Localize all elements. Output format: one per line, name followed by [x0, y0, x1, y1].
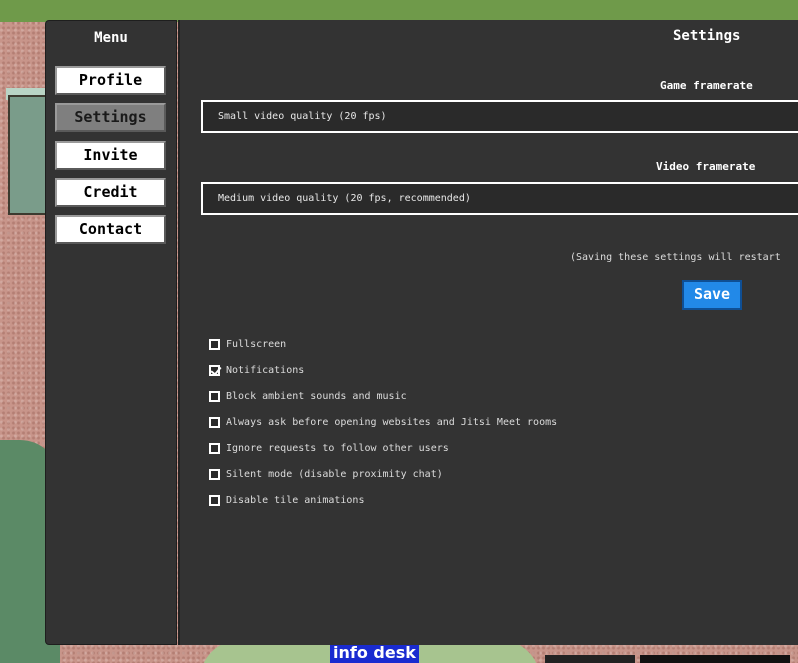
- game-framerate-label: Game framerate: [660, 79, 753, 92]
- block-ambient-sounds-checkbox[interactable]: [209, 390, 220, 402]
- option-ask-before-opening[interactable]: Always ask before opening websites and J…: [209, 415, 557, 429]
- option-disable-tile-animations[interactable]: Disable tile animations: [209, 493, 364, 507]
- video-framerate-label: Video framerate: [656, 160, 756, 173]
- option-label: Block ambient sounds and music: [226, 390, 407, 402]
- option-label: Ignore requests to follow other users: [226, 442, 449, 454]
- option-label: Always ask before opening websites and J…: [226, 416, 558, 428]
- restart-note: (Saving these settings will restart: [570, 252, 781, 263]
- fullscreen-checkbox[interactable]: [209, 338, 220, 350]
- game-map-grass: [0, 0, 798, 22]
- map-area-label: info desk: [330, 643, 419, 663]
- option-ignore-follow-requests[interactable]: Ignore requests to follow other users: [209, 441, 449, 455]
- option-label: Disable tile animations: [226, 494, 365, 506]
- menu-title: Menu: [94, 30, 128, 46]
- ignore-follow-requests-checkbox[interactable]: [209, 442, 220, 454]
- settings-panel: Settings Game framerate Small video qual…: [178, 20, 798, 645]
- option-label: Notifications: [226, 364, 305, 376]
- menu-item-settings[interactable]: Settings: [55, 103, 166, 132]
- notifications-checkbox[interactable]: [209, 364, 220, 376]
- menu-item-credit[interactable]: Credit: [55, 178, 166, 207]
- menu-sidebar: Menu Profile Settings Invite Credit Cont…: [45, 20, 177, 645]
- video-framerate-select[interactable]: Medium video quality (20 fps, recommende…: [201, 182, 798, 215]
- game-framerate-select[interactable]: Small video quality (20 fps): [201, 100, 798, 133]
- option-label: Fullscreen: [226, 338, 287, 350]
- menu-item-invite[interactable]: Invite: [55, 141, 166, 170]
- option-notifications[interactable]: Notifications: [209, 363, 304, 377]
- menu-item-profile[interactable]: Profile: [55, 66, 166, 95]
- game-map-building: [8, 95, 48, 215]
- option-silent-mode[interactable]: Silent mode (disable proximity chat): [209, 467, 443, 481]
- option-block-ambient-sounds[interactable]: Block ambient sounds and music: [209, 389, 407, 403]
- ask-before-opening-checkbox[interactable]: [209, 416, 220, 428]
- game-map-object: [545, 655, 635, 663]
- disable-tile-animations-checkbox[interactable]: [209, 494, 220, 506]
- silent-mode-checkbox[interactable]: [209, 468, 220, 480]
- option-label: Silent mode (disable proximity chat): [226, 468, 443, 480]
- page-title: Settings: [673, 28, 741, 44]
- save-button[interactable]: Save: [682, 280, 742, 310]
- menu-item-contact[interactable]: Contact: [55, 215, 166, 244]
- game-map-object: [640, 655, 790, 663]
- option-fullscreen[interactable]: Fullscreen: [209, 337, 286, 351]
